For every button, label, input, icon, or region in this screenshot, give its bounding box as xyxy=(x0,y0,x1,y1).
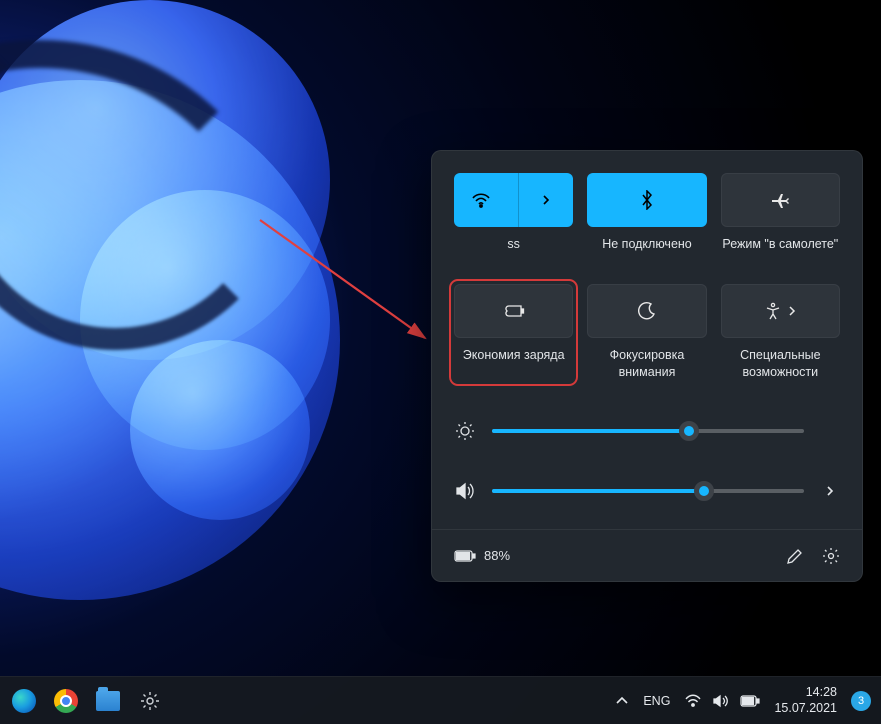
tray-overflow-button[interactable] xyxy=(615,696,629,706)
tile-accessibility: Специальные возможности xyxy=(721,284,840,381)
moon-icon xyxy=(638,302,656,320)
taskbar-edge-button[interactable] xyxy=(10,687,38,715)
focus-label: Фокусировка внимания xyxy=(587,347,706,381)
wifi-label: ss xyxy=(507,236,520,270)
tile-wifi: ss xyxy=(454,173,573,270)
focus-toggle[interactable] xyxy=(587,284,706,338)
airplane-icon xyxy=(770,191,790,209)
tile-focus: Фокусировка внимания xyxy=(587,284,706,381)
system-tray[interactable] xyxy=(684,694,760,708)
bluetooth-label: Не подключено xyxy=(602,236,692,270)
volume-row xyxy=(454,461,840,521)
quick-settings-panel: ss Не подключено Режим "в самолете" xyxy=(431,150,863,582)
gear-icon xyxy=(139,690,161,712)
taskbar: ENG 14:28 15.07.2021 3 xyxy=(0,676,881,724)
bluetooth-icon xyxy=(640,190,654,210)
edge-icon xyxy=(12,689,36,713)
notification-badge[interactable]: 3 xyxy=(851,691,871,711)
tray-wifi-icon xyxy=(684,694,702,708)
edit-button[interactable] xyxy=(786,547,804,565)
settings-button[interactable] xyxy=(822,547,840,565)
battery-saver-icon xyxy=(502,303,526,319)
battery-icon xyxy=(454,550,476,562)
wifi-icon xyxy=(454,173,508,227)
taskbar-settings-button[interactable] xyxy=(136,687,164,715)
quick-settings-footer: 88% xyxy=(432,529,862,581)
battery-saver-toggle[interactable] xyxy=(454,284,573,338)
wifi-toggle[interactable] xyxy=(454,173,573,227)
brightness-slider[interactable] xyxy=(492,429,804,433)
volume-expand-button[interactable] xyxy=(820,484,840,498)
tile-bluetooth: Не подключено xyxy=(587,173,706,270)
airplane-label: Режим "в самолете" xyxy=(722,236,838,270)
tray-battery-icon xyxy=(740,695,760,707)
accessibility-icon xyxy=(764,302,782,320)
battery-saver-label: Экономия заряда xyxy=(463,347,565,381)
taskbar-chrome-button[interactable] xyxy=(52,687,80,715)
tile-airplane: Режим "в самолете" xyxy=(721,173,840,270)
battery-percent: 88% xyxy=(484,548,510,563)
tile-battery-saver: Экономия заряда xyxy=(454,284,573,381)
brightness-icon xyxy=(454,421,476,441)
accessibility-label: Специальные возможности xyxy=(721,347,840,381)
taskbar-clock[interactable]: 14:28 15.07.2021 xyxy=(774,685,837,716)
bluetooth-toggle[interactable] xyxy=(587,173,706,227)
clock-time: 14:28 xyxy=(774,685,837,701)
volume-icon xyxy=(454,482,476,500)
tray-volume-icon xyxy=(712,694,730,708)
chevron-right-icon xyxy=(788,306,796,316)
chevron-up-icon xyxy=(615,696,629,706)
airplane-toggle[interactable] xyxy=(721,173,840,227)
clock-date: 15.07.2021 xyxy=(774,701,837,717)
accessibility-toggle[interactable] xyxy=(721,284,840,338)
volume-slider[interactable] xyxy=(492,489,804,493)
wifi-expand-button[interactable] xyxy=(518,173,573,227)
brightness-row xyxy=(454,401,840,461)
language-indicator[interactable]: ENG xyxy=(643,694,670,708)
chrome-icon xyxy=(54,689,78,713)
folder-icon xyxy=(96,691,120,711)
taskbar-explorer-button[interactable] xyxy=(94,687,122,715)
